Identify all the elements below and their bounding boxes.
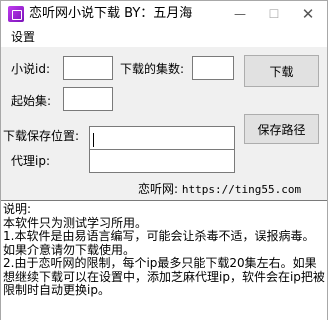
notes-textarea[interactable]: 说明: 本软件只为测试学习所用。 1.本软件是由易语言编写，可能会让杀毒不适，误… [1, 200, 327, 320]
notes-line: 说明: [3, 202, 32, 216]
site-url[interactable]: https://ting55.com [182, 183, 301, 196]
title-bar[interactable]: 恋听网小说下载 BY：五月海 — ☐ ✕ [1, 1, 327, 27]
proxy-input[interactable] [89, 149, 235, 173]
episode-count-input[interactable] [192, 56, 234, 80]
download-button[interactable]: 下载 [244, 55, 319, 87]
maximize-button[interactable]: ☐ [257, 1, 291, 27]
minimize-button[interactable]: — [223, 1, 257, 27]
window-title: 恋听网小说下载 BY：五月海 [29, 6, 193, 21]
notes-line: 本软件只为测试学习所用。 [3, 215, 148, 230]
close-button[interactable]: ✕ [291, 1, 325, 27]
start-episode-label: 起始集: [11, 94, 52, 108]
site-label: 恋听网: [138, 182, 182, 196]
save-path-button[interactable]: 保存路径 [244, 114, 319, 144]
notes-line: 1.本软件是由易语言编写，可能会让杀毒不适，误报病毒。如果介意请勿下载使用。 [3, 229, 315, 257]
proxy-label: 代理ip: [11, 154, 50, 168]
app-window: 恋听网小说下载 BY：五月海 — ☐ ✕ 设置 小说id: 下载的集数: 下载 … [0, 0, 328, 320]
save-location-label: 下载保存位置: [3, 129, 80, 143]
menu-settings[interactable]: 设置 [11, 29, 35, 45]
menu-bar: 设置 [1, 27, 327, 47]
novel-id-label: 小说id: [11, 62, 50, 76]
episode-count-label: 下载的集数: [120, 62, 185, 76]
save-location-input[interactable] [89, 126, 235, 150]
novel-id-input[interactable] [63, 56, 113, 80]
app-icon [8, 6, 24, 22]
start-episode-input[interactable] [63, 87, 113, 111]
site-link[interactable]: 恋听网: https://ting55.com [138, 180, 301, 197]
notes-line: 2.由于恋听网的限制，每个ip最多只能下载20集左右。如果想继续下载可以在设置中… [3, 256, 325, 297]
